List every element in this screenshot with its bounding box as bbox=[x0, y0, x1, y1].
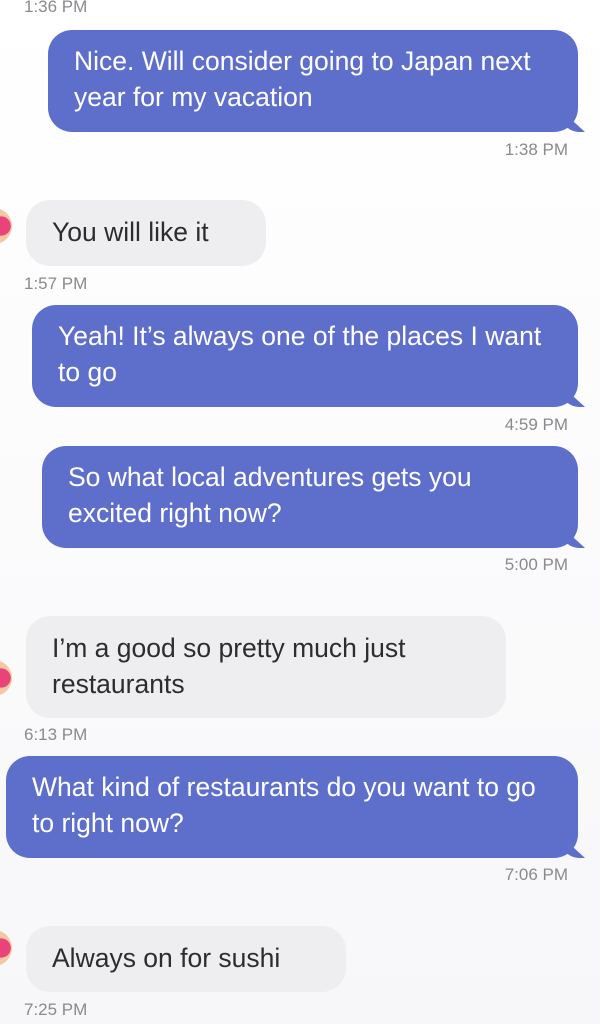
message-timestamp: 1:38 PM bbox=[504, 140, 568, 159]
message-timestamp: 4:59 PM bbox=[504, 415, 568, 434]
message-timestamp: 1:57 PM bbox=[24, 274, 88, 293]
message-timestamp: 5:00 PM bbox=[504, 555, 568, 574]
contact-avatar[interactable] bbox=[0, 660, 12, 696]
message-text: Always on for sushi bbox=[52, 943, 281, 973]
received-message-bubble[interactable]: Always on for sushi bbox=[26, 926, 346, 992]
message-text: Nice. Will consider going to Japan next … bbox=[74, 46, 531, 112]
message-text: So what local adventures gets you excite… bbox=[68, 462, 472, 528]
contact-avatar[interactable] bbox=[0, 930, 12, 966]
message-text: Yeah! It’s always one of the places I wa… bbox=[58, 321, 542, 387]
message-timestamp: 7:06 PM bbox=[504, 865, 568, 884]
sent-message-bubble[interactable]: Nice. Will consider going to Japan next … bbox=[48, 30, 578, 132]
received-message-bubble[interactable]: You will like it bbox=[26, 200, 266, 266]
message-timestamp: 1:36 PM bbox=[24, 0, 88, 16]
message-text: I’m a good so pretty much just restauran… bbox=[52, 633, 406, 699]
message-text: What kind of restaurants do you want to … bbox=[32, 772, 536, 838]
message-thread: 1:36 PM Nice. Will consider going to Jap… bbox=[0, 0, 600, 1024]
contact-avatar[interactable] bbox=[0, 208, 12, 244]
sent-message-bubble[interactable]: So what local adventures gets you excite… bbox=[42, 446, 578, 548]
received-message-bubble[interactable]: I’m a good so pretty much just restauran… bbox=[26, 616, 506, 718]
sent-message-bubble[interactable]: What kind of restaurants do you want to … bbox=[6, 756, 578, 858]
sent-message-bubble[interactable]: Yeah! It’s always one of the places I wa… bbox=[32, 305, 578, 407]
message-text: You will like it bbox=[52, 217, 209, 247]
message-timestamp: 6:13 PM bbox=[24, 725, 88, 744]
message-timestamp: 7:25 PM bbox=[24, 1000, 88, 1019]
